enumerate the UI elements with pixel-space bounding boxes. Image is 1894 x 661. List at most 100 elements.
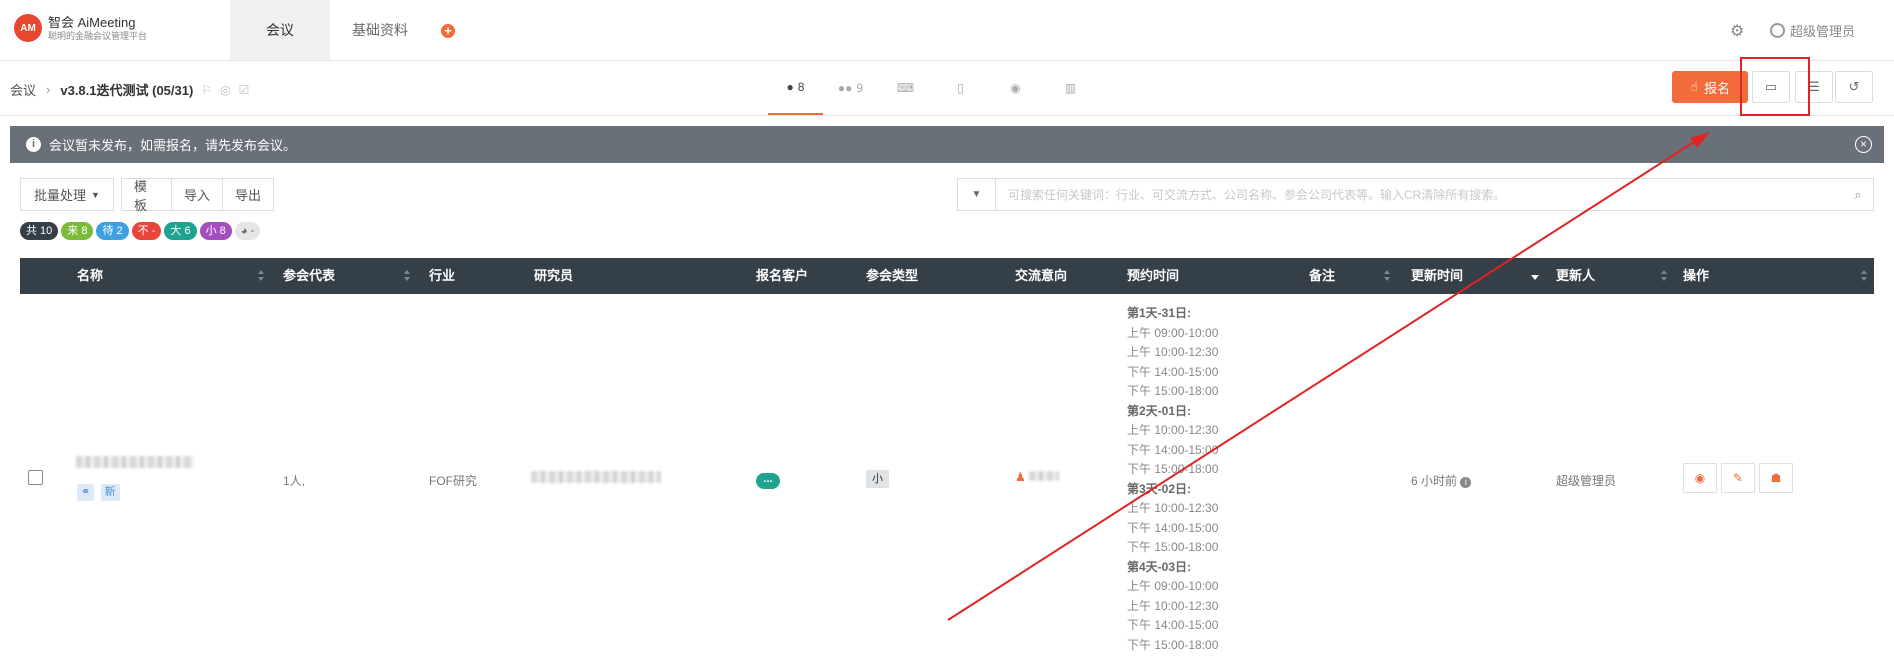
intent-cell: ♟ [1015,470,1060,484]
content-tabs: ● 8 ●● 9 ⌨ ▯ ◉ ▥ [768,61,1098,115]
redacted-intent [1029,471,1060,481]
col-actions: 操作 [1683,268,1710,283]
table-toolbar: 批量处理 ▼ 模板 导入 导出 [20,178,274,213]
caret-down-icon: ▼ [971,189,982,200]
nav-tab-meetings[interactable]: 会议 [230,0,330,60]
nav-tab-basic-data[interactable]: 基础资料 [330,0,430,60]
updated-by-cell: 超级管理员 [1556,474,1617,488]
edit-button[interactable]: ✎ [1721,463,1755,493]
logo-icon: AM [14,14,42,42]
view-button[interactable]: ◉ [1683,463,1717,493]
users-icon: ☗ [1770,471,1782,485]
batch-action-dropdown[interactable]: 批量处理 ▼ [20,178,114,211]
group-icon: ●● [837,81,853,95]
wechat-icon: ◕ [240,225,248,237]
app-logo[interactable]: AM 智会 AiMeeting 聪明的金融会议管理平台 [14,14,147,42]
schedule-cell: 第1天-31日: 上午 09:00-10:00 上午 10:00-12:30 下… [1127,306,1219,652]
tab-device[interactable]: ▯ [933,61,988,115]
search-filter-dropdown[interactable]: ▼ [958,179,996,210]
hand-pointer-icon: ☝ [1690,79,1698,94]
add-tab-icon[interactable]: + [441,24,455,38]
col-industry[interactable]: 行业 [429,258,455,294]
close-icon[interactable]: × [1855,136,1872,153]
eye-icon[interactable]: ◎ [220,83,230,97]
search-input[interactable] [996,179,1843,210]
info-icon: i [26,137,41,152]
col-remark[interactable]: 备注 [1309,258,1335,294]
template-button[interactable]: 模板 [121,178,172,213]
badge-declined[interactable]: 不 - [131,222,162,240]
tab-camera[interactable]: ◉ [988,61,1043,115]
search-icon[interactable]: ⌕ [1843,187,1873,203]
sort-icon[interactable] [1861,270,1868,282]
col-schedule[interactable]: 预约时间 [1127,258,1179,294]
col-researcher[interactable]: 研究员 [534,258,573,294]
user-avatar-icon [1770,23,1785,38]
person-icon: ♟ [1015,470,1026,484]
col-signup-customer[interactable]: 报名客户 [756,258,808,294]
breadcrumb: 会议 › v3.8.1迭代测试 (05/31) ⚐ ◎ ☑ [10,80,249,99]
bookmark-icon[interactable]: ⚐ [201,83,212,97]
col-meeting-type[interactable]: 参会类型 [866,258,918,294]
meeting-title: v3.8.1迭代测试 (05/31) [60,83,194,98]
alert-message: 会议暂未发布，如需报名，请先发布会议。 [49,138,297,153]
badge-large[interactable]: 大 6 [164,222,197,240]
search-bar: ▼ ⌕ [957,178,1874,211]
meeting-toolbar: 会议 › v3.8.1迭代测试 (05/31) ⚐ ◎ ☑ ● 8 ●● 9 ⌨ ▯… [0,61,1894,116]
keyboard-icon: ⌨ [896,81,915,95]
redacted-name [76,456,194,468]
col-intent[interactable]: 交流意向 [1015,258,1067,294]
eye-icon: ◉ [1694,471,1706,485]
tab-attendees[interactable]: ● 8 [768,61,823,115]
col-name[interactable]: 名称 [77,258,103,294]
researcher-cell [531,471,661,486]
gear-icon[interactable]: ⚙ [1730,21,1744,41]
import-button[interactable]: 导入 [172,178,223,211]
app-tagline: 聪明的金融会议管理平台 [48,30,148,41]
badge-total[interactable]: 共 10 [20,222,59,240]
annotation-highlight-box [1740,57,1810,116]
edit-icon: ✎ [1732,471,1744,485]
link-icon[interactable]: ⚭ [77,484,95,501]
user-menu[interactable]: 超级管理员 [1770,21,1855,40]
badge-small[interactable]: 小 8 [199,222,232,240]
badge-attending[interactable]: 来 8 [61,222,94,240]
meeting-type-cell: 小 [866,470,889,488]
person-icon: ● [786,80,794,94]
sort-icon[interactable] [1661,270,1668,282]
company-name-cell[interactable] [76,456,194,471]
sort-icon[interactable] [258,270,265,282]
signup-customer-cell[interactable]: ... [756,471,780,489]
row-checkbox[interactable] [28,470,43,485]
tab-keyboard[interactable]: ⌨ [878,61,933,115]
col-updated-by[interactable]: 更新人 [1556,258,1595,294]
chart-icon: ▥ [1064,81,1077,95]
table-row: ⚭ 新 1人, FOF研究 ... 小 ♟ 第1天-31日: 上午 09:00-… [20,294,1874,661]
export-button[interactable]: 导出 [223,178,274,211]
badge-chat[interactable]: ◕ - [234,222,261,240]
tab-groups[interactable]: ●● 9 [823,61,878,115]
top-nav: AM 智会 AiMeeting 聪明的金融会议管理平台 会议 基础资料 + ⚙ … [0,0,1894,61]
info-icon[interactable]: i [1460,477,1472,488]
redacted-researcher [531,471,661,483]
col-representative[interactable]: 参会代表 [283,258,335,294]
badge-pending[interactable]: 待 2 [96,222,129,240]
attendees-button[interactable]: ☗ [1759,463,1793,493]
representative-cell: 1人, [283,474,306,488]
sort-icon[interactable] [1384,270,1391,282]
history-button[interactable]: ↺ [1835,71,1873,103]
check-square-icon[interactable]: ☑ [239,83,250,97]
sort-desc-icon[interactable] [1531,275,1539,280]
tab-chart[interactable]: ▥ [1043,61,1098,115]
sort-icon[interactable] [404,270,411,282]
device-icon: ▯ [957,81,964,95]
col-updated-time[interactable]: 更新时间 [1411,258,1463,294]
signup-button[interactable]: ☝ 报名 [1672,71,1748,103]
user-name: 超级管理员 [1790,24,1856,39]
caret-down-icon: ▼ [91,189,100,200]
name-tags: ⚭ 新 [77,484,123,501]
status-badges: 共 10 来 8 待 2 不 - 大 6 小 8 ◕ - [20,222,263,240]
breadcrumb-root[interactable]: 会议 [10,80,36,99]
updated-time-cell: 6 小时前 i [1411,472,1472,489]
table-header: 名称 参会代表 行业 研究员 报名客户 参会类型 交流意向 预约时间 备注 更新… [20,258,1874,294]
